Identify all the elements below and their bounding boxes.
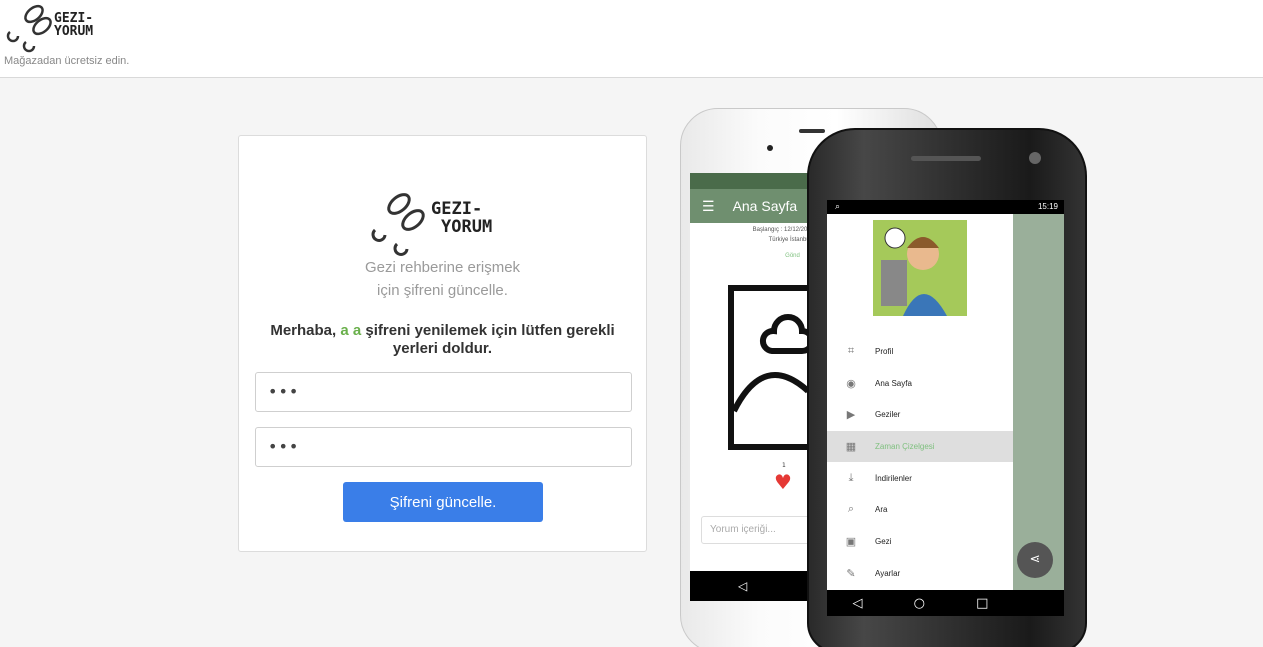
download-icon: ⤓ (848, 472, 854, 484)
android-screen: ⌕ 15:19 ⌗ Profil ◉ Ana Sayfa ▶ Geziler ▦ (827, 200, 1064, 616)
home-icon[interactable]: ○ (914, 596, 925, 611)
timeline-icon: ▦ (845, 441, 857, 453)
menu-label: Gezi (875, 537, 892, 546)
play-icon: ▶ (846, 409, 856, 421)
wrench-icon: ✎ (846, 568, 856, 580)
back-icon[interactable]: ◁ (738, 579, 747, 593)
store-caption[interactable]: Mağazadan ücretsiz edin. (4, 55, 129, 67)
top-bar: GEZI- YORUM Mağazadan ücretsiz edin. (0, 0, 1263, 78)
greeting-text: Merhaba, a a şifreni yenilemek için lütf… (253, 322, 632, 358)
new-password-input[interactable]: ••• (255, 372, 632, 412)
like-count: 1 (782, 462, 786, 469)
image-icon: ▣ (845, 536, 857, 548)
menu-icon[interactable]: ☰ (702, 198, 715, 215)
password-mask: ••• (268, 437, 300, 456)
svg-text:YORUM: YORUM (441, 217, 492, 237)
speaker-grill (911, 156, 981, 161)
menu-item-geziler[interactable]: ▶ Geziler (827, 399, 1013, 430)
password-reset-card: GEZI- YORUM Gezi rehberine erişmek için … (238, 135, 647, 552)
card-logo: GEZI- YORUM (369, 186, 519, 258)
search-icon: ⌕ (847, 503, 855, 515)
menu-item-profil[interactable]: ⌗ Profil (827, 336, 1013, 367)
menu-item-gezi[interactable]: ▣ Gezi (827, 526, 1013, 557)
nav-drawer: ⌗ Profil ◉ Ana Sayfa ▶ Geziler ▦ Zaman Ç… (827, 214, 1013, 590)
camera-dot (1029, 152, 1041, 164)
photo-glyph-icon (731, 314, 815, 413)
menu-item-ana-sayfa[interactable]: ◉ Ana Sayfa (827, 368, 1013, 399)
password-mask: ••• (268, 382, 300, 401)
nav-bar: ◁ ○ □ (827, 590, 1064, 616)
avatar (873, 220, 967, 316)
crop-icon: ⌗ (847, 345, 855, 357)
svg-text:GEZI-: GEZI- (431, 199, 482, 219)
search-icon: ⌕ (835, 201, 841, 211)
app-title: Ana Sayfa (732, 198, 798, 214)
speaker-grill (799, 129, 825, 133)
menu-item-ara[interactable]: ⌕ Ara (827, 494, 1013, 525)
greeting-prefix: Merhaba, (270, 322, 337, 339)
greeting-suffix: şifreni yenilemek için lütfen gerekli ye… (365, 322, 615, 357)
menu-label: Ara (875, 505, 888, 514)
eye-icon: ◉ (846, 378, 856, 390)
update-password-button[interactable]: Şifreni güncelle. (343, 482, 543, 522)
comment-input[interactable]: Yorum içeriği... (701, 516, 821, 544)
heart-icon[interactable]: ♥ (774, 470, 792, 494)
back-icon[interactable]: ◁ (853, 596, 863, 611)
cartoon-avatar-icon (881, 227, 947, 316)
camera-dot (767, 145, 773, 151)
share-icon[interactable]: ⋖ (1017, 542, 1053, 578)
subtitle-line-1: Gezi rehberine erişmek (364, 259, 521, 276)
clock: 15:19 (1037, 202, 1058, 211)
menu-item-ayarlar[interactable]: ✎ Ayarlar (827, 558, 1013, 589)
footprints-icon: GEZI- YORUM (371, 193, 492, 256)
app-logo[interactable]: GEZI- YORUM (4, 2, 114, 54)
menu-label: Profil (875, 347, 894, 356)
menu-label: Ayarlar (875, 569, 901, 578)
subtitle-line-2: için şifreni güncelle. (377, 282, 508, 299)
menu-label: Geziler (875, 410, 901, 419)
menu-item-zaman-cizelgesi[interactable]: ▦ Zaman Çizelgesi (827, 431, 1013, 462)
svg-text:YORUM: YORUM (54, 24, 93, 39)
image-placeholder-icon (728, 285, 815, 450)
confirm-password-input[interactable]: ••• (255, 427, 632, 467)
menu-label: Zaman Çizelgesi (875, 442, 935, 451)
menu-label: İndirilenler (875, 474, 912, 483)
footprints-icon: GEZI- YORUM (6, 4, 93, 53)
user-name: a a (340, 322, 362, 339)
menu-item-indirilenler[interactable]: ⤓ İndirilenler (827, 463, 1013, 494)
menu-label: Ana Sayfa (875, 379, 912, 388)
recents-icon[interactable]: □ (976, 596, 988, 611)
status-bar: ⌕ 15:19 (827, 200, 1064, 214)
